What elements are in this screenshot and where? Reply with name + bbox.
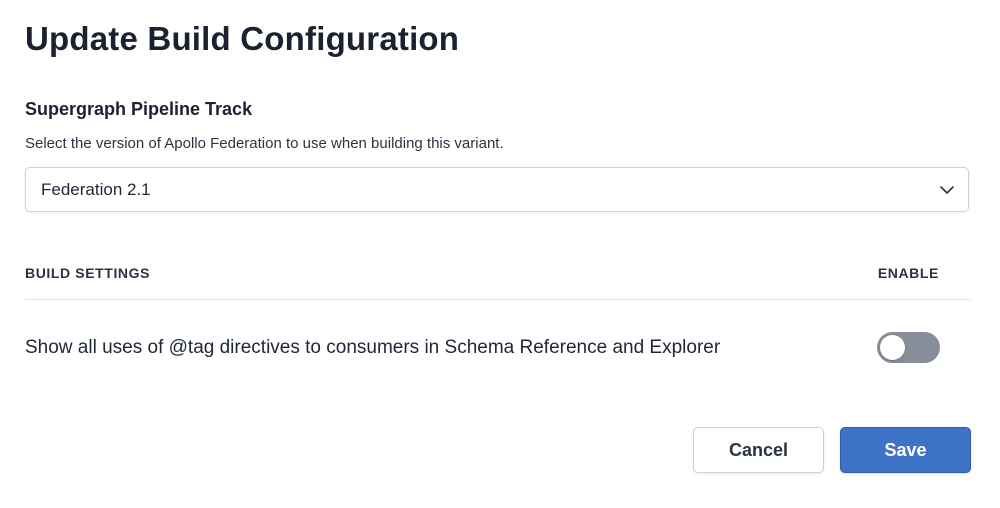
- enable-column-label: ENABLE: [877, 265, 939, 281]
- pipeline-track-heading: Supergraph Pipeline Track: [25, 99, 253, 119]
- setting-label-tag-directives: Show all uses of @tag directives to cons…: [25, 337, 721, 358]
- pipeline-track-description: Select the version of Apollo Federation …: [25, 135, 504, 152]
- save-button[interactable]: Save: [840, 427, 971, 473]
- tag-directives-toggle[interactable]: [877, 332, 940, 363]
- federation-version-select[interactable]: Federation 2.1: [25, 167, 969, 212]
- chevron-down-icon: [938, 181, 956, 199]
- federation-version-value: Federation 2.1: [41, 180, 151, 199]
- toggle-knob: [880, 335, 905, 360]
- setting-row-tag-directives: Show all uses of @tag directives to cons…: [25, 320, 971, 376]
- dialog-title: Update Build Configuration: [25, 20, 460, 57]
- update-build-configuration-dialog: Update Build Configuration Supergraph Pi…: [0, 0, 1000, 508]
- cancel-button[interactable]: Cancel: [693, 427, 824, 473]
- build-settings-header: BUILD SETTINGS ENABLE: [25, 264, 971, 300]
- build-settings-column-label: BUILD SETTINGS: [25, 265, 151, 281]
